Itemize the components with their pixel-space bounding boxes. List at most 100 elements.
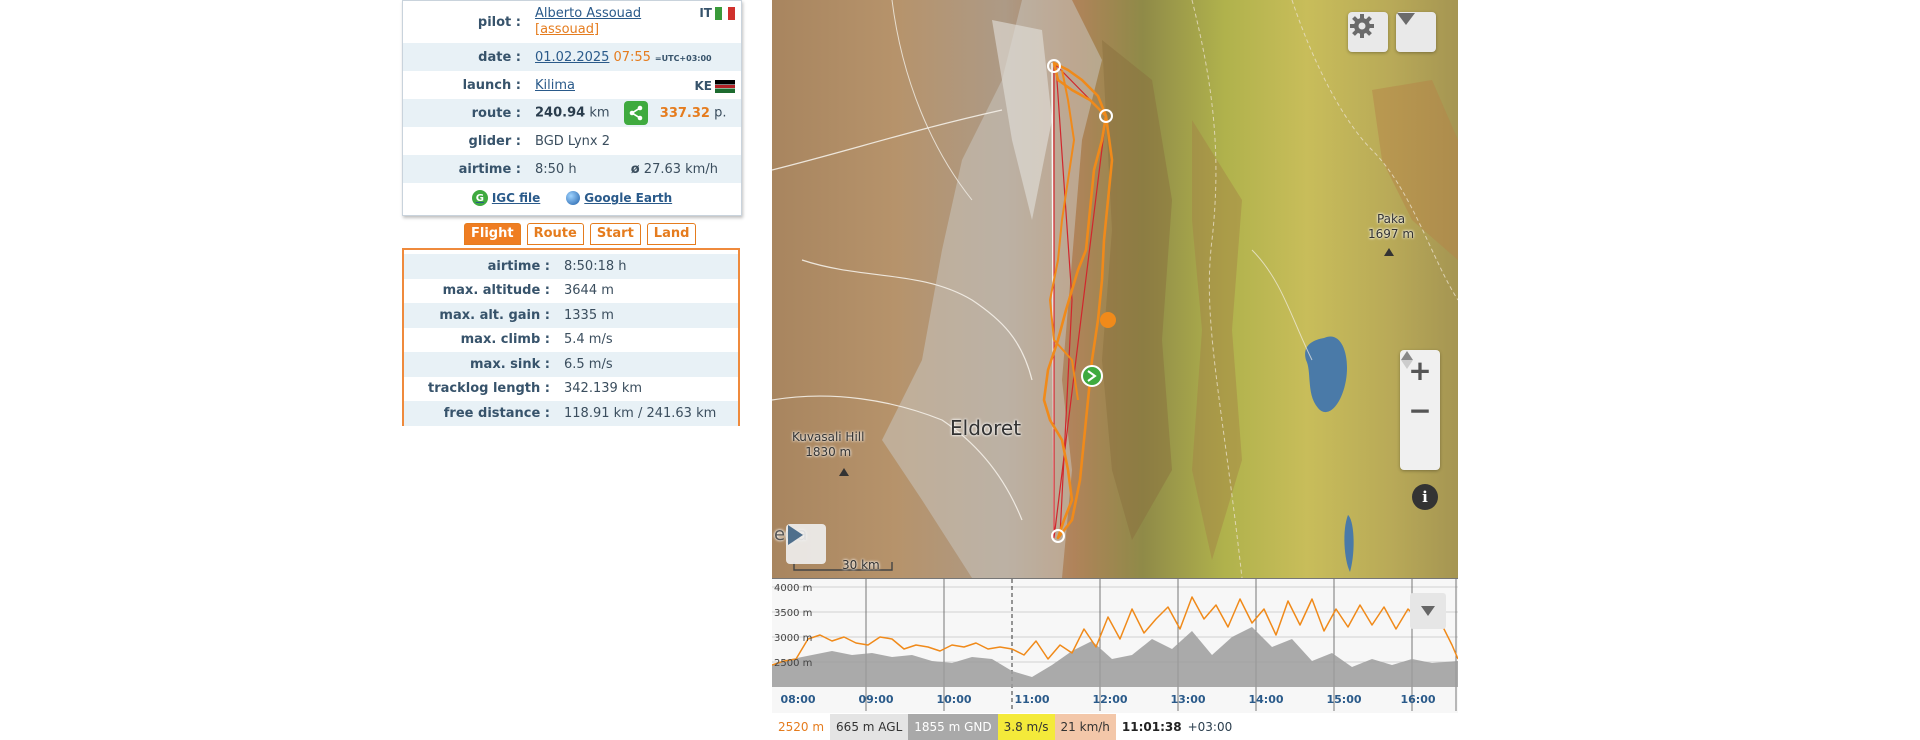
stat-label: tracklog length :	[428, 381, 550, 397]
route-unit: km	[589, 105, 610, 121]
pilot-country-code: IT	[699, 6, 712, 20]
stat-value: 6.5 m/s	[564, 356, 613, 372]
launch-link[interactable]: Kilima	[535, 78, 575, 93]
y-tick-3000: 3000 m	[774, 633, 812, 644]
flight-info-panel: pilot : Alberto Assouad [assouad] IT dat…	[402, 0, 742, 216]
play-icon	[788, 525, 803, 545]
stat-value: 342.139 km	[564, 381, 643, 397]
x-tick-0800: 08:00	[780, 693, 815, 706]
igc-file-link[interactable]: G IGC file	[471, 190, 541, 206]
stat-value: 3644 m	[564, 283, 614, 299]
altitude-chart-canvas: 4000 m 3500 m 3000 m 2500 m 08:00 09:00 …	[771, 579, 1459, 711]
route-points-unit: p.	[714, 105, 727, 121]
launch-row: launch : Kilima KE	[403, 71, 741, 99]
pilot-label: pilot :	[477, 14, 521, 30]
map-info-button[interactable]: i	[1412, 484, 1438, 510]
flight-map[interactable]: Eldoret Kuvasali Hill 1830 m Paka 1697 m…	[772, 0, 1458, 578]
zoom-out-button[interactable]: −	[1400, 390, 1440, 430]
paka-name: Paka	[1376, 212, 1406, 226]
launch-marker[interactable]	[1081, 365, 1103, 387]
route-distance: 240.94	[535, 105, 586, 121]
stat-label: max. alt. gain :	[439, 307, 550, 323]
current-position-marker[interactable]	[1100, 312, 1116, 328]
compass-icon	[1401, 351, 1413, 369]
x-tick-1300: 13:00	[1170, 693, 1205, 706]
stat-row-max-climb: max. climb : 5.4 m/s	[404, 328, 738, 353]
avg-speed-value: 27.63 km/h	[643, 161, 718, 177]
status-time-value: 11:01:38	[1121, 720, 1182, 734]
y-tick-4000: 4000 m	[774, 583, 812, 594]
play-button[interactable]	[786, 524, 826, 564]
map-menu-button[interactable]	[1396, 12, 1436, 52]
place-label-paka: Paka 1697 m	[1368, 212, 1414, 242]
status-speed: 21 km/h	[1054, 714, 1116, 740]
ground-profile	[772, 627, 1458, 687]
avg-speed-symbol: ø	[630, 161, 640, 177]
globe-icon	[566, 191, 581, 205]
gear-icon	[1350, 14, 1374, 38]
google-earth-link[interactable]: Google Earth	[566, 191, 672, 205]
avg-speed: ø 27.63 km/h	[631, 162, 718, 177]
settings-button[interactable]	[1348, 12, 1388, 52]
scale-label: 30 km	[842, 558, 880, 572]
status-gnd: 1855 m GND	[908, 714, 998, 740]
y-tick-3500: 3500 m	[774, 608, 812, 619]
altitude-profile-chart[interactable]: 4000 m 3500 m 3000 m 2500 m 08:00 09:00 …	[771, 578, 1459, 713]
chart-collapse-button[interactable]	[1410, 593, 1446, 629]
status-time: 11:01:38 +03:00	[1116, 714, 1244, 740]
map-canvas	[772, 0, 1458, 578]
stat-row-airtime: airtime : 8:50:18 h	[404, 254, 738, 279]
info-tabs: Flight Route Start Land	[464, 223, 697, 245]
info-icon: i	[1422, 488, 1428, 506]
glider-label: glider :	[468, 133, 521, 149]
share-icon	[629, 105, 642, 121]
airtime-value: 8:50 h	[535, 161, 577, 177]
peak-icon	[839, 468, 849, 476]
tab-land[interactable]: Land	[646, 223, 697, 245]
flight-stats-panel: airtime : 8:50:18 h max. altitude : 3644 m…	[402, 248, 740, 426]
tab-start[interactable]: Start	[589, 223, 641, 245]
launch-country-code: KE	[694, 79, 713, 93]
route-label: route :	[471, 105, 521, 121]
stat-value: 1335 m	[564, 307, 614, 323]
kuvasali-name: Kuvasali Hill	[792, 430, 865, 444]
x-tick-1500: 15:00	[1326, 693, 1361, 706]
tab-flight[interactable]: Flight	[464, 223, 521, 245]
x-tick-1600: 16:00	[1400, 693, 1435, 706]
valley-ridge	[1192, 120, 1242, 560]
stat-row-max-altitude: max. altitude : 3644 m	[404, 279, 738, 304]
status-altitude: 2520 m	[778, 720, 825, 734]
stat-label: airtime :	[487, 258, 550, 274]
kuvasali-altitude: 1830 m	[805, 445, 852, 459]
x-tick-1400: 14:00	[1248, 693, 1283, 706]
airtime-row: airtime : 8:50 h ø 27.63 km/h	[403, 155, 741, 183]
glider-row: glider : BGD Lynx 2	[403, 127, 741, 155]
x-tick-1200: 12:00	[1092, 693, 1127, 706]
stat-row-max-sink: max. sink : 6.5 m/s	[404, 352, 738, 377]
date-link[interactable]: 01.02.2025	[535, 50, 609, 65]
pilot-country: IT	[699, 6, 736, 20]
share-route-button[interactable]	[623, 101, 648, 125]
glider-value: BGD Lynx 2	[535, 133, 610, 149]
stat-row-free-distance: free distance : 118.91 km / 241.63 km	[404, 401, 738, 426]
status-bar: 2520 m 665 m AGL 1855 m GND 3.8 m/s 21 k…	[772, 714, 1458, 740]
igc-g-icon: G	[471, 190, 488, 206]
peak-icon	[1384, 248, 1394, 256]
timezone: =UTC+03:00	[654, 53, 712, 63]
place-label-eldoret: Eldoret	[950, 416, 1022, 440]
lake	[1305, 336, 1348, 413]
x-tick-1000: 10:00	[936, 693, 971, 706]
pilot-nick-link[interactable]: [assouad]	[535, 22, 741, 38]
chevron-down-icon	[1421, 606, 1435, 616]
paka-altitude: 1697 m	[1368, 227, 1415, 241]
pilot-row: pilot : Alberto Assouad [assouad] IT	[403, 1, 741, 43]
road	[1251, 249, 1313, 361]
compass-button[interactable]	[1400, 351, 1440, 470]
chevron-down-icon	[1397, 13, 1415, 25]
kenya-flag-icon	[715, 79, 735, 93]
google-earth-label: Google Earth	[584, 191, 673, 205]
tab-route[interactable]: Route	[526, 223, 584, 245]
igc-file-label: IGC file	[491, 191, 541, 205]
files-row: G IGC file Google Earth	[403, 183, 741, 213]
launch-country: KE	[694, 79, 735, 93]
